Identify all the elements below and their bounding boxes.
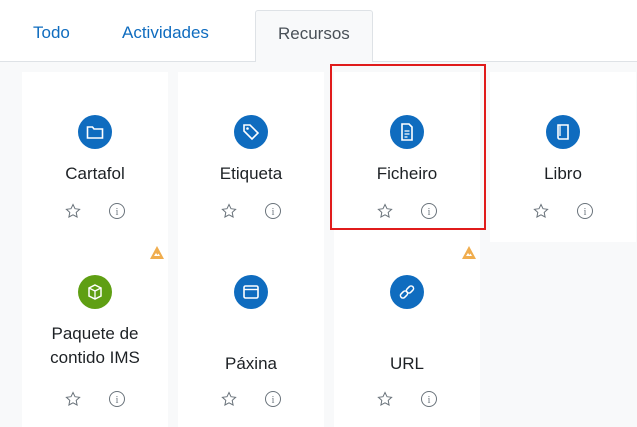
tab-resources[interactable]: Recursos [255, 10, 373, 62]
info-icon[interactable]: i [106, 388, 128, 410]
resource-label: Cartafol [65, 164, 125, 183]
info-icon[interactable]: i [262, 200, 284, 222]
resource-label: URL [389, 354, 424, 373]
svg-text:i: i [428, 207, 431, 218]
package-icon [78, 275, 112, 309]
resource-label: Libro [544, 164, 582, 183]
star-icon[interactable] [218, 200, 240, 222]
tag-icon [234, 115, 268, 149]
info-icon[interactable]: i [106, 200, 128, 222]
warning-icon [462, 246, 476, 259]
svg-text:i: i [428, 395, 431, 406]
resource-card-page[interactable]: Páxina i [178, 242, 324, 427]
tab-activities[interactable]: Actividades [122, 10, 209, 62]
resource-card-url[interactable]: URL i [334, 242, 480, 427]
page-icon [234, 275, 268, 309]
svg-text:i: i [116, 207, 119, 218]
resource-card-ims-package[interactable]: Paquete de contido IMS i [22, 242, 168, 427]
resource-card-label[interactable]: Etiqueta i [178, 72, 324, 242]
resource-label: Paquete de contido IMS [22, 322, 168, 370]
resource-label-line-2: contido IMS [50, 348, 140, 367]
activity-chooser-tabs: Todo Actividades Recursos [0, 0, 637, 62]
folder-icon [78, 115, 112, 149]
resource-label: Etiqueta [219, 164, 283, 183]
star-icon[interactable] [374, 388, 396, 410]
svg-text:i: i [272, 207, 275, 218]
star-icon[interactable] [62, 388, 84, 410]
resource-card-file[interactable]: Ficheiro i [334, 72, 480, 242]
svg-text:i: i [584, 207, 587, 218]
star-icon[interactable] [374, 200, 396, 222]
star-icon[interactable] [62, 200, 84, 222]
tab-all[interactable]: Todo [33, 10, 70, 62]
resource-card-book[interactable]: Libro i [490, 72, 636, 242]
svg-text:i: i [116, 395, 119, 406]
info-icon[interactable]: i [418, 200, 440, 222]
resources-grid: Cartafol i Etiqueta i Ficheiro i Libro i… [0, 62, 637, 427]
info-icon[interactable]: i [418, 388, 440, 410]
star-icon[interactable] [218, 388, 240, 410]
svg-text:i: i [272, 395, 275, 406]
book-icon [546, 115, 580, 149]
resource-card-folder[interactable]: Cartafol i [22, 72, 168, 242]
star-icon[interactable] [530, 200, 552, 222]
file-icon [390, 115, 424, 149]
resource-label-line-1: Paquete de [51, 324, 139, 343]
resource-label: Ficheiro [376, 164, 438, 183]
resource-label: Páxina [225, 354, 277, 373]
link-icon [390, 275, 424, 309]
info-icon[interactable]: i [574, 200, 596, 222]
info-icon[interactable]: i [262, 388, 284, 410]
warning-icon [150, 246, 164, 259]
